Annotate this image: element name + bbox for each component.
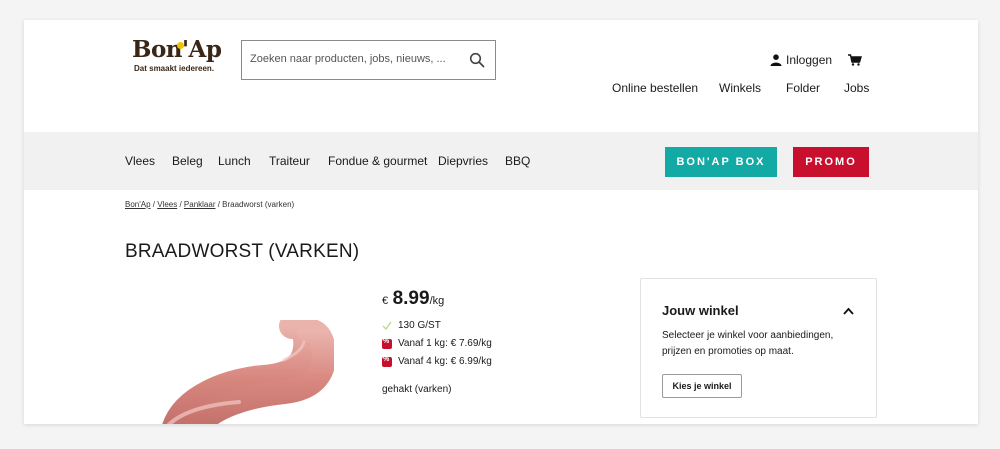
top-link-folder[interactable]: Folder <box>786 81 820 95</box>
chevron-up-icon[interactable] <box>843 307 854 315</box>
cart-icon[interactable] <box>848 54 862 66</box>
product-title: BRAADWORST (VARKEN) <box>125 241 360 262</box>
top-link-online-bestellen[interactable]: Online bestellen <box>612 81 698 95</box>
promo-button[interactable]: PROMO <box>793 147 869 177</box>
bonap-box-button[interactable]: BON'AP BOX <box>665 147 777 177</box>
breadcrumb-link-panklaar[interactable]: Panklaar <box>184 200 216 209</box>
discount-tag-icon <box>382 338 392 349</box>
product-weight: 130 G/ST <box>382 320 441 331</box>
nav-item-diepvries[interactable]: Diepvries <box>438 154 488 168</box>
user-icon <box>770 54 782 66</box>
choose-store-button[interactable]: Kies je winkel <box>662 374 742 398</box>
nav-item-traiteur[interactable]: Traiteur <box>269 154 310 168</box>
logo-wordmark: Bon'Ap <box>132 36 222 63</box>
weight-label: 130 G/ST <box>398 320 441 331</box>
logo-tagline: Dat smaakt iedereen. <box>134 64 215 73</box>
offer-row: Vanaf 1 kg: € 7.69/kg <box>382 338 492 349</box>
logo-dot-icon <box>177 42 184 49</box>
offer-row: Vanaf 4 kg: € 6.99/kg <box>382 356 492 367</box>
store-card: Jouw winkel Selecteer je winkel voor aan… <box>640 278 877 418</box>
price-unit: /kg <box>429 295 445 307</box>
login-label: Inloggen <box>786 53 833 67</box>
nav-item-lunch[interactable]: Lunch <box>218 154 251 168</box>
login-link[interactable]: Inloggen <box>770 53 832 67</box>
discount-tag-icon <box>382 356 392 367</box>
search-input[interactable]: Zoeken naar producten, jobs, nieuws, ... <box>241 40 496 80</box>
nav-item-fondue-gourmet[interactable]: Fondue & gourmet <box>328 154 427 168</box>
store-card-description: Selecteer je winkel voor aanbiedingen, p… <box>662 330 834 357</box>
product-price: € 8.99/kg <box>382 288 444 310</box>
top-link-jobs[interactable]: Jobs <box>844 81 869 95</box>
offer-label: Vanaf 1 kg: € 7.69/kg <box>398 338 492 349</box>
nav-item-vlees[interactable]: Vlees <box>125 154 155 168</box>
product-image <box>162 320 334 424</box>
page: Bon'Ap Dat smaakt iedereen. Zoeken naar … <box>24 20 978 424</box>
breadcrumb: Bon'Ap / Vlees / Panklaar / Braadworst (… <box>125 200 294 209</box>
breadcrumb-link-vlees[interactable]: Vlees <box>157 200 177 209</box>
logo[interactable]: Bon'Ap Dat smaakt iedereen. <box>132 36 222 74</box>
price-currency: € <box>382 295 389 307</box>
offer-label: Vanaf 4 kg: € 6.99/kg <box>398 356 492 367</box>
nav-item-bbq[interactable]: BBQ <box>505 154 530 168</box>
search-icon[interactable] <box>469 52 485 68</box>
check-icon <box>382 321 392 330</box>
store-card-title: Jouw winkel <box>662 303 739 318</box>
category-navbar: Vlees Beleg Lunch Traiteur Fondue & gour… <box>24 132 978 190</box>
breadcrumb-separator: / <box>177 200 184 209</box>
top-link-winkels[interactable]: Winkels <box>719 81 761 95</box>
product-description: gehakt (varken) <box>382 384 452 395</box>
breadcrumb-current: Braadworst (varken) <box>222 200 295 209</box>
nav-item-beleg[interactable]: Beleg <box>172 154 203 168</box>
search-placeholder: Zoeken naar producten, jobs, nieuws, ... <box>250 53 446 65</box>
breadcrumb-link-home[interactable]: Bon'Ap <box>125 200 151 209</box>
price-amount: 8.99 <box>392 288 430 309</box>
